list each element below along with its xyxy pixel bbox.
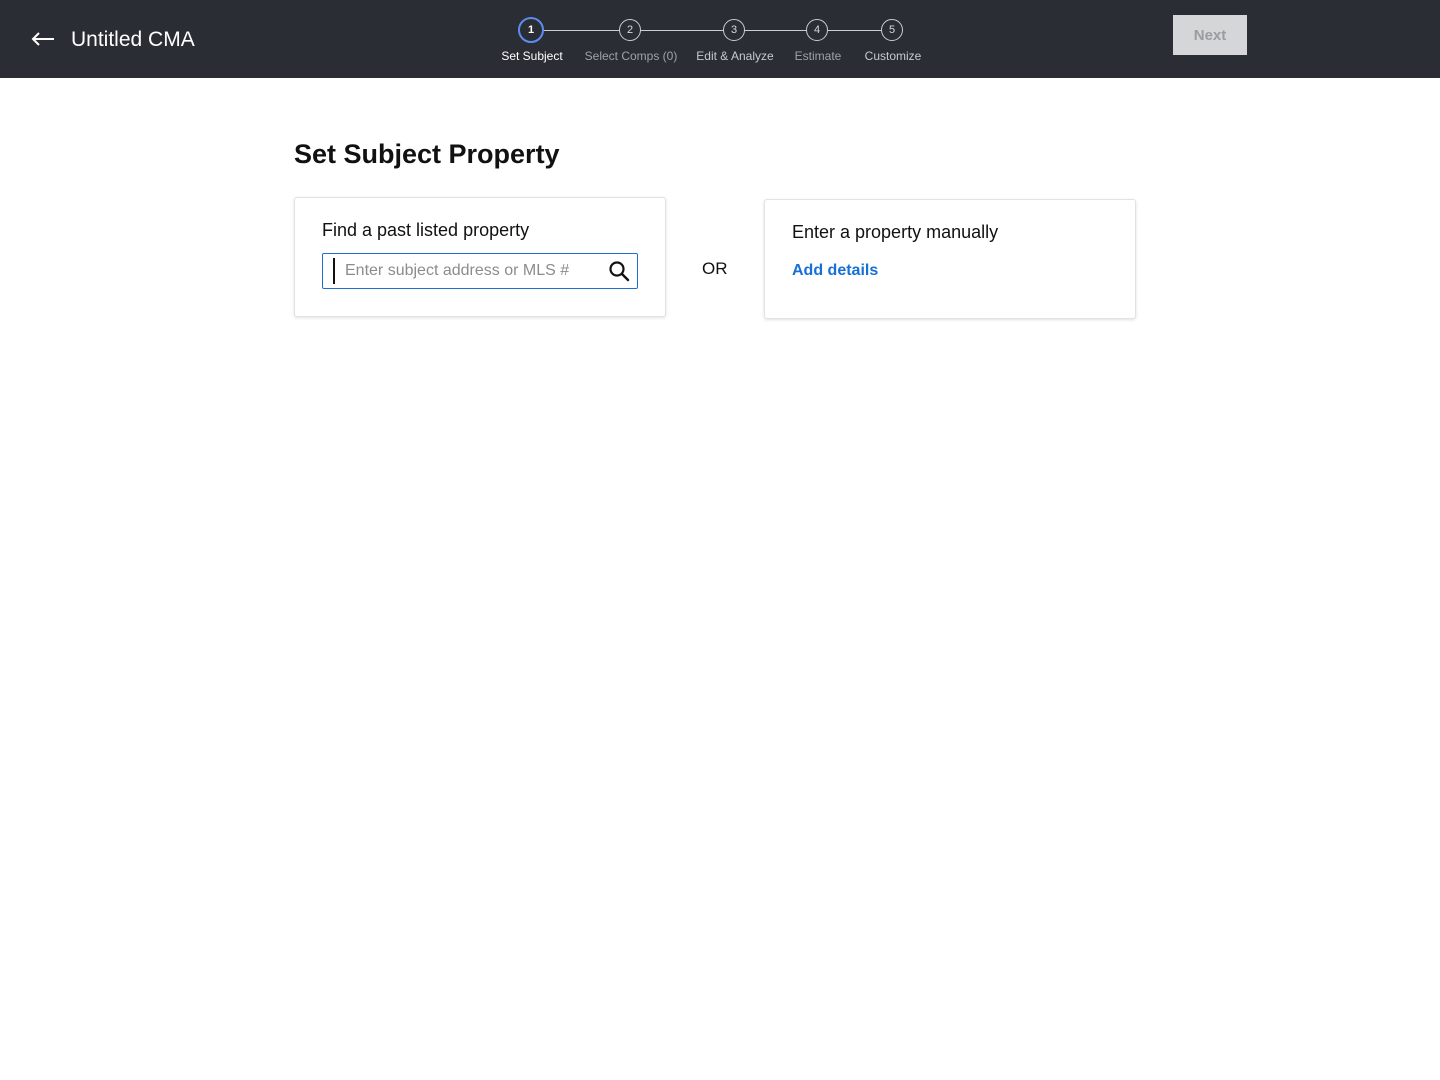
search-icon[interactable] — [608, 260, 630, 282]
page-title: Set Subject Property — [294, 139, 560, 169]
step-number-badge: 2 — [619, 19, 641, 41]
step-number-badge: 3 — [723, 19, 745, 41]
manual-property-card: Enter a property manually Add details — [764, 199, 1136, 319]
find-property-card: Find a past listed property — [294, 197, 666, 317]
search-box — [322, 253, 638, 289]
or-divider-label: OR — [702, 259, 728, 278]
add-details-link[interactable]: Add details — [792, 262, 878, 280]
top-navigation-bar: Untitled CMA 1 Set Subject 2 Select Comp… — [0, 0, 1440, 78]
step-number-badge: 4 — [806, 19, 828, 41]
step-customize[interactable]: 5 Customize — [833, 0, 953, 78]
address-search-input[interactable] — [333, 258, 605, 284]
step-number-badge: 1 — [518, 17, 544, 43]
step-select-comps[interactable]: 2 Select Comps (0) — [571, 0, 691, 78]
manual-property-heading: Enter a property manually — [792, 222, 999, 242]
step-label: Customize — [864, 49, 922, 63]
next-button[interactable]: Next — [1173, 15, 1247, 55]
step-label: Select Comps (0) — [584, 49, 678, 63]
step-number-badge: 5 — [881, 19, 903, 41]
find-property-heading: Find a past listed property — [322, 220, 530, 240]
